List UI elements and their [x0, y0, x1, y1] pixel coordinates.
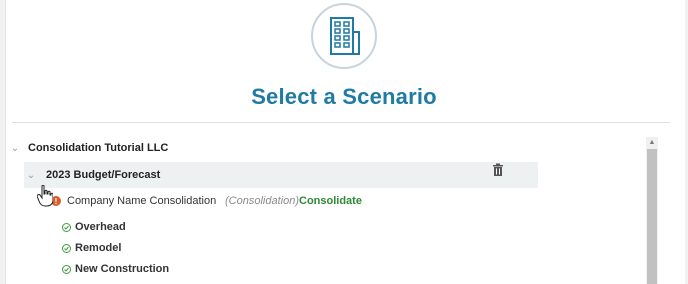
- child-label: Remodel: [75, 242, 122, 254]
- scenario-logo: [311, 3, 377, 69]
- budget-label: 2023 Budget/Forecast: [46, 169, 161, 181]
- child-label: Overhead: [75, 221, 126, 233]
- consolidation-row[interactable]: ! Company Name Consolidation: [40, 192, 216, 210]
- budget-row[interactable]: ⌄ 2023 Budget/Forecast: [24, 162, 538, 188]
- check-circle-icon: [62, 243, 71, 253]
- child-row-new-construction[interactable]: New Construction: [62, 261, 169, 277]
- consolidation-type: (Consolidation): [225, 195, 299, 207]
- scenario-tree: ⌄ Consolidation Tutorial LLC ⌄ 2023 Budg…: [0, 132, 688, 284]
- child-label: New Construction: [75, 263, 170, 275]
- chevron-down-icon[interactable]: ⌄: [26, 170, 36, 181]
- scroll-thumb[interactable]: [647, 149, 657, 284]
- org-label: Consolidation Tutorial LLC: [28, 142, 169, 154]
- consolidate-link[interactable]: Consolidate: [299, 192, 362, 210]
- building-icon: [330, 17, 360, 55]
- child-row-remodel[interactable]: Remodel: [62, 240, 121, 256]
- org-row[interactable]: ⌄ Consolidation Tutorial LLC: [10, 140, 169, 156]
- vertical-scrollbar[interactable]: ▲: [646, 137, 658, 284]
- consolidation-name: Company Name Consolidation: [67, 195, 217, 207]
- hand-cursor-icon: [37, 185, 53, 207]
- check-circle-icon: [62, 222, 71, 232]
- trash-icon[interactable]: [492, 163, 504, 176]
- title-divider: [12, 122, 670, 123]
- scroll-up-arrow-icon[interactable]: ▲: [646, 137, 658, 147]
- check-circle-icon: [62, 264, 71, 274]
- child-row-overhead[interactable]: Overhead: [62, 219, 126, 235]
- page-title: Select a Scenario: [251, 84, 437, 109]
- chevron-down-icon[interactable]: ⌄: [10, 143, 20, 154]
